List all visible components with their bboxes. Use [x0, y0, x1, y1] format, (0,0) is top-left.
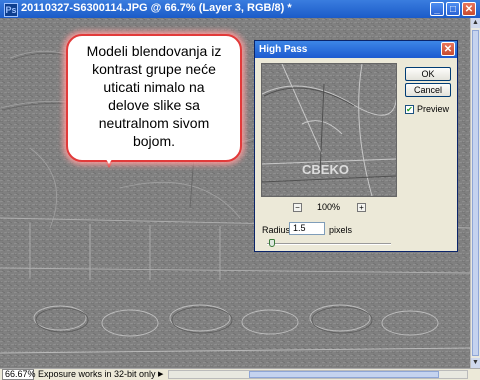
- preview-checkbox[interactable]: ✔: [405, 105, 414, 114]
- radius-input[interactable]: 1.5: [289, 222, 325, 235]
- callout-line: neutralnom sivom: [98, 115, 210, 131]
- document-title: 20110327-S6300114.JPG @ 66.7% (Layer 3, …: [21, 2, 292, 14]
- callout-line: Modeli blendovanja iz: [86, 43, 222, 59]
- radius-label: Radius:: [262, 225, 293, 235]
- filter-preview[interactable]: CBEKO: [261, 63, 397, 197]
- photoshop-icon: Ps: [4, 3, 18, 17]
- preview-image: CBEKO: [262, 64, 396, 196]
- callout-line: delove slike sa: [108, 97, 200, 113]
- zoom-out-button[interactable]: −: [293, 203, 302, 212]
- callout-line: kontrast grupe neće: [92, 61, 216, 77]
- radius-slider-thumb[interactable]: [269, 239, 276, 247]
- preview-checkbox-label: Preview: [417, 104, 450, 114]
- scroll-down-icon[interactable]: ▼: [471, 358, 480, 368]
- callout-bubble: Modeli blendovanja iz kontrast grupe neć…: [66, 34, 242, 162]
- preview-zoom-level: 100%: [317, 202, 341, 212]
- callout-line: bojom.: [132, 133, 176, 149]
- dialog-title: High Pass: [259, 44, 308, 55]
- vertical-scrollbar[interactable]: ▲ ▼: [470, 18, 480, 368]
- ok-button[interactable]: OK: [405, 67, 451, 81]
- radius-unit-label: pixels: [329, 225, 353, 235]
- vertical-scroll-thumb[interactable]: [472, 30, 479, 356]
- dialog-titlebar[interactable]: High Pass ✕: [255, 41, 457, 58]
- cancel-button[interactable]: Cancel: [405, 83, 451, 97]
- close-button[interactable]: ✕: [462, 2, 476, 16]
- status-bar: 66.67% Exposure works in 32-bit only ▶: [0, 368, 480, 380]
- high-pass-dialog: High Pass ✕ CBEKO OK Cancel ✔ Preview − …: [254, 40, 458, 252]
- zoom-field[interactable]: 66.67%: [2, 369, 36, 380]
- callout-line: uticati nimalo na: [103, 79, 205, 95]
- zoom-in-button[interactable]: +: [357, 203, 366, 212]
- dialog-close-button[interactable]: ✕: [441, 42, 455, 56]
- horizontal-scroll-thumb[interactable]: [249, 371, 439, 378]
- maximize-button[interactable]: □: [446, 2, 460, 16]
- document-titlebar[interactable]: Ps 20110327-S6300114.JPG @ 66.7% (Layer …: [0, 0, 480, 18]
- radius-slider-track[interactable]: [267, 243, 391, 245]
- minimize-button[interactable]: _: [430, 2, 444, 16]
- scroll-up-icon[interactable]: ▲: [471, 18, 480, 28]
- status-info-text: Exposure works in 32-bit only: [38, 369, 156, 379]
- callout-tail-fill: [102, 153, 116, 164]
- preview-sign-text: CBEKO: [302, 162, 349, 177]
- status-menu-icon[interactable]: ▶: [158, 370, 163, 378]
- horizontal-scrollbar[interactable]: [168, 370, 468, 379]
